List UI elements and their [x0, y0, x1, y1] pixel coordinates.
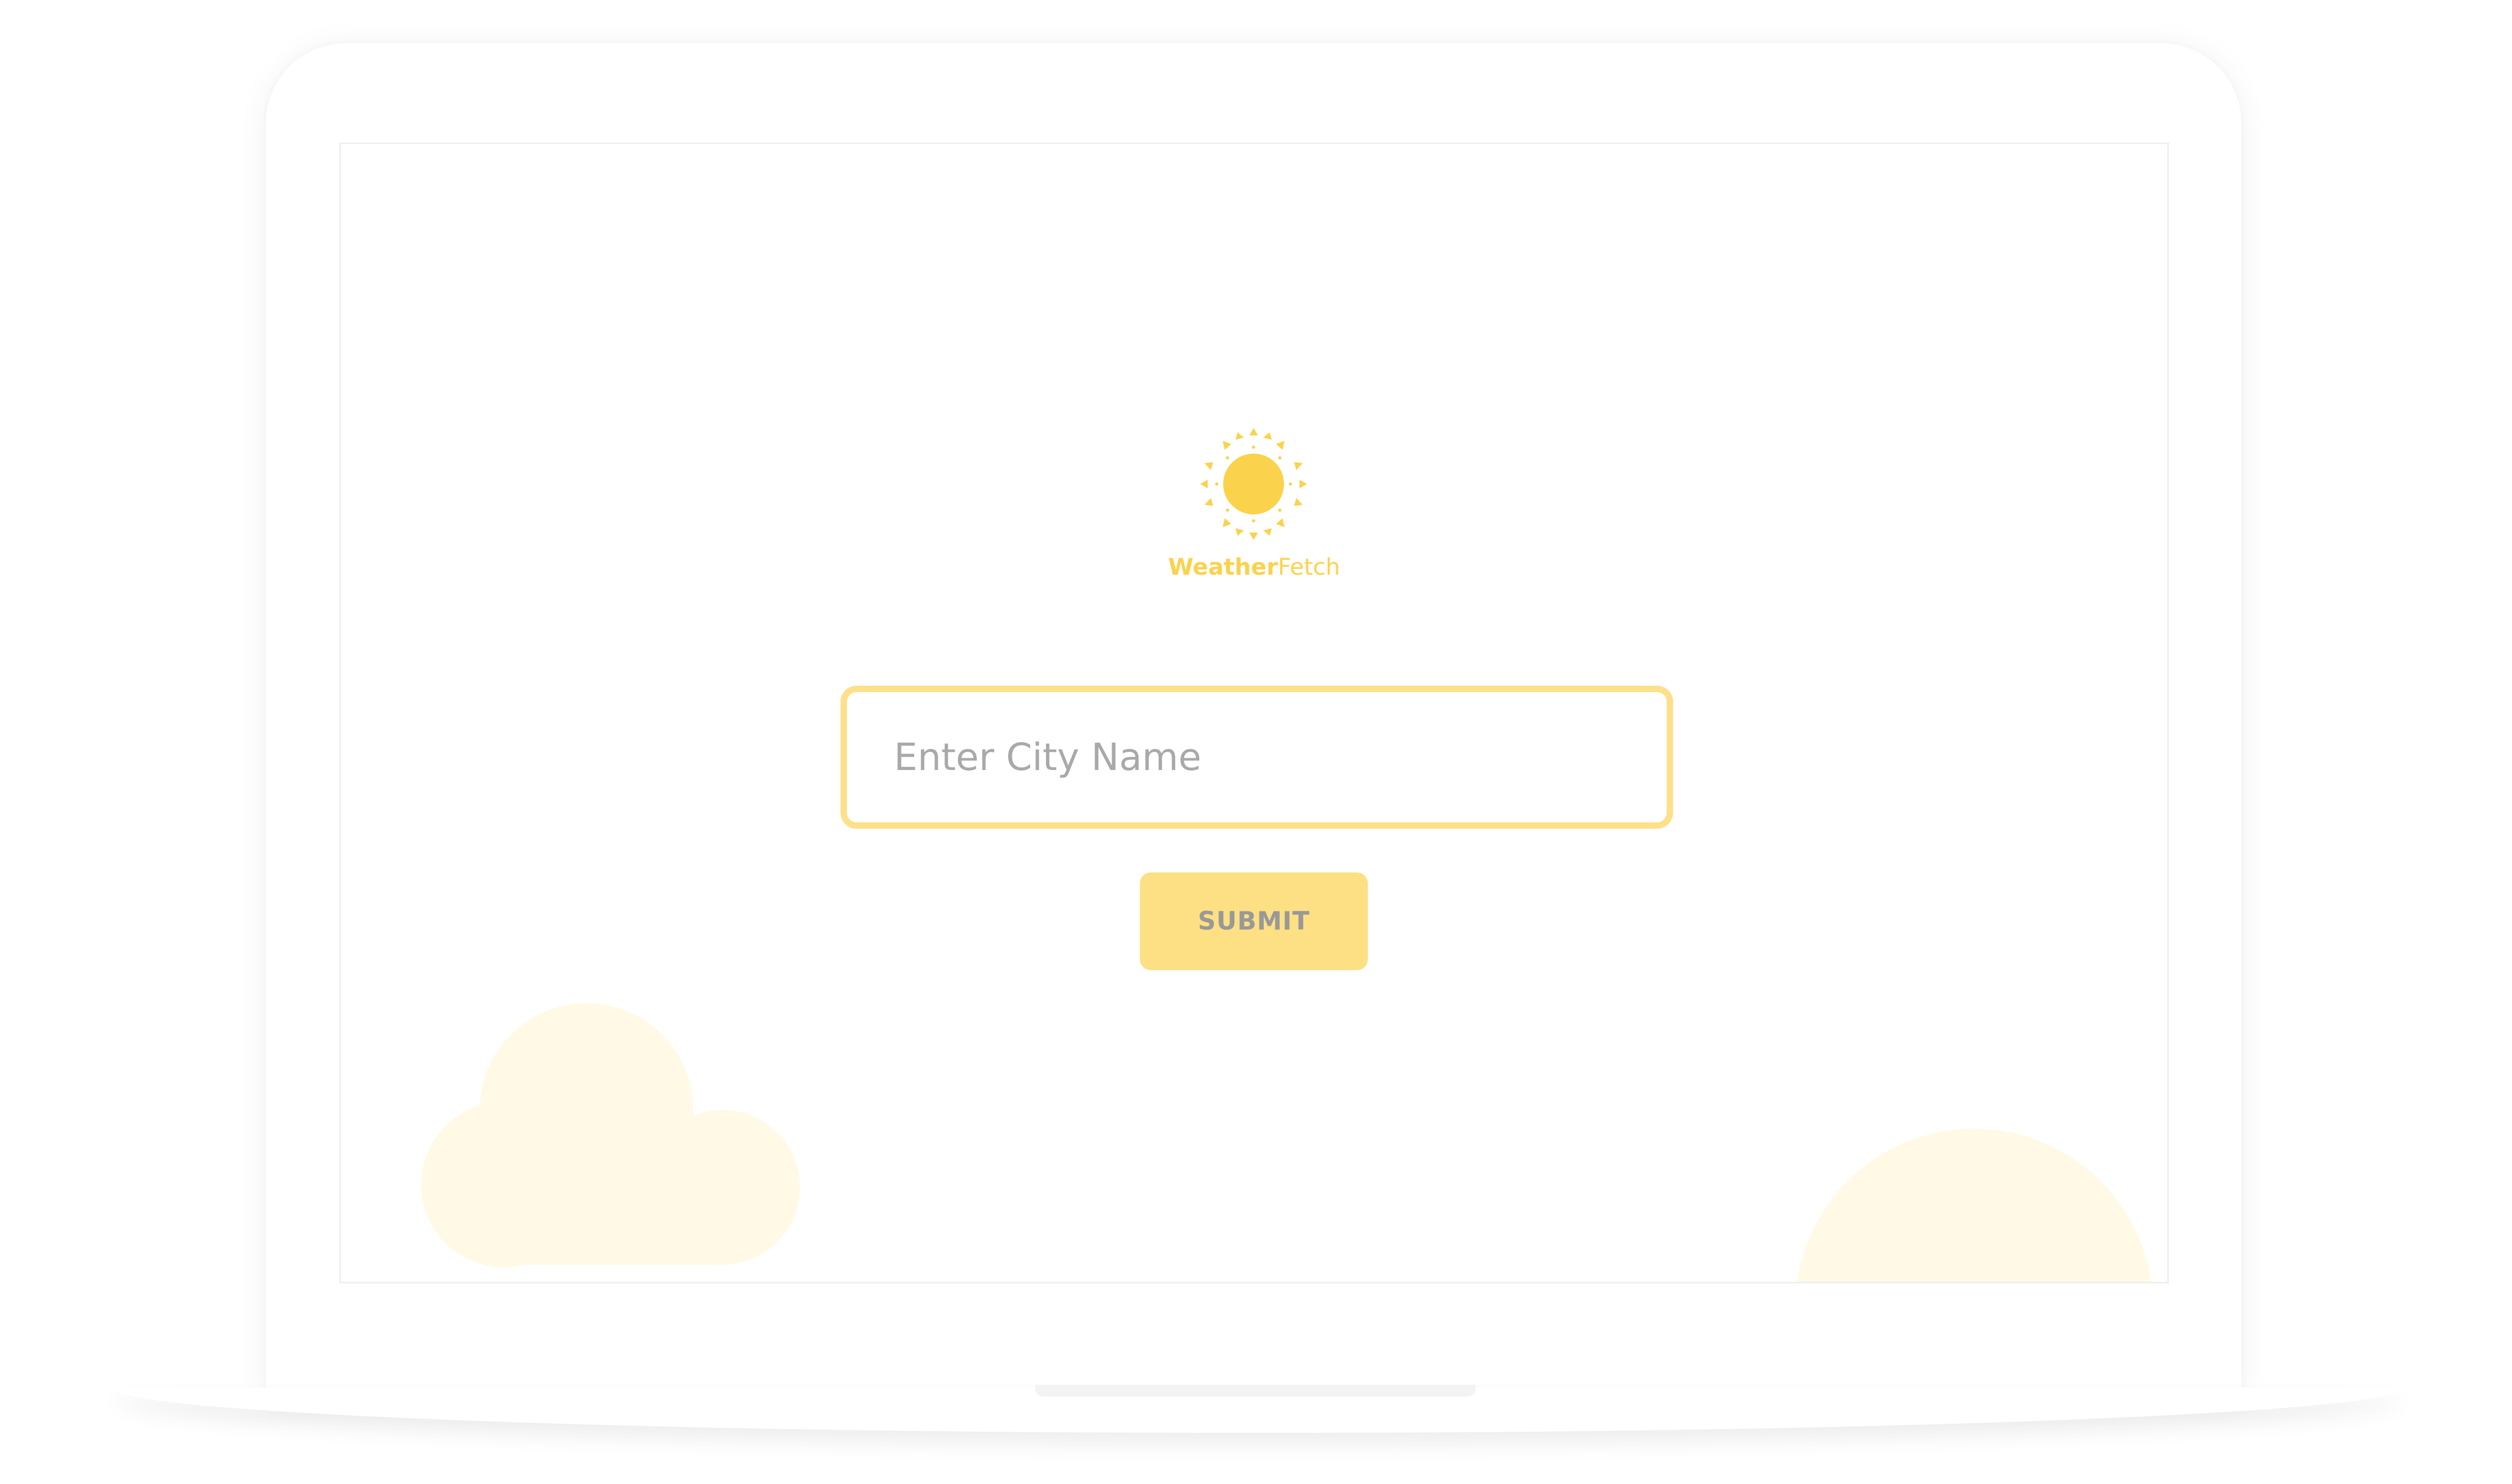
cloud-icon	[421, 1003, 800, 1267]
laptop-notch	[1035, 1385, 1476, 1396]
submit-button[interactable]: SUBMIT	[1140, 872, 1368, 970]
laptop-mockup: WeatherFetch SUBMIT	[0, 0, 2512, 1484]
city-search-input[interactable]	[841, 686, 1673, 829]
brand-name: WeatherFetch	[341, 554, 2167, 581]
brand-name-light: Fetch	[1278, 554, 1341, 581]
app-screen: WeatherFetch SUBMIT	[339, 142, 2169, 1283]
corner-sun-icon	[1797, 1129, 2151, 1282]
sun-icon	[1200, 428, 1307, 540]
brand-name-bold: Weather	[1168, 554, 1278, 581]
